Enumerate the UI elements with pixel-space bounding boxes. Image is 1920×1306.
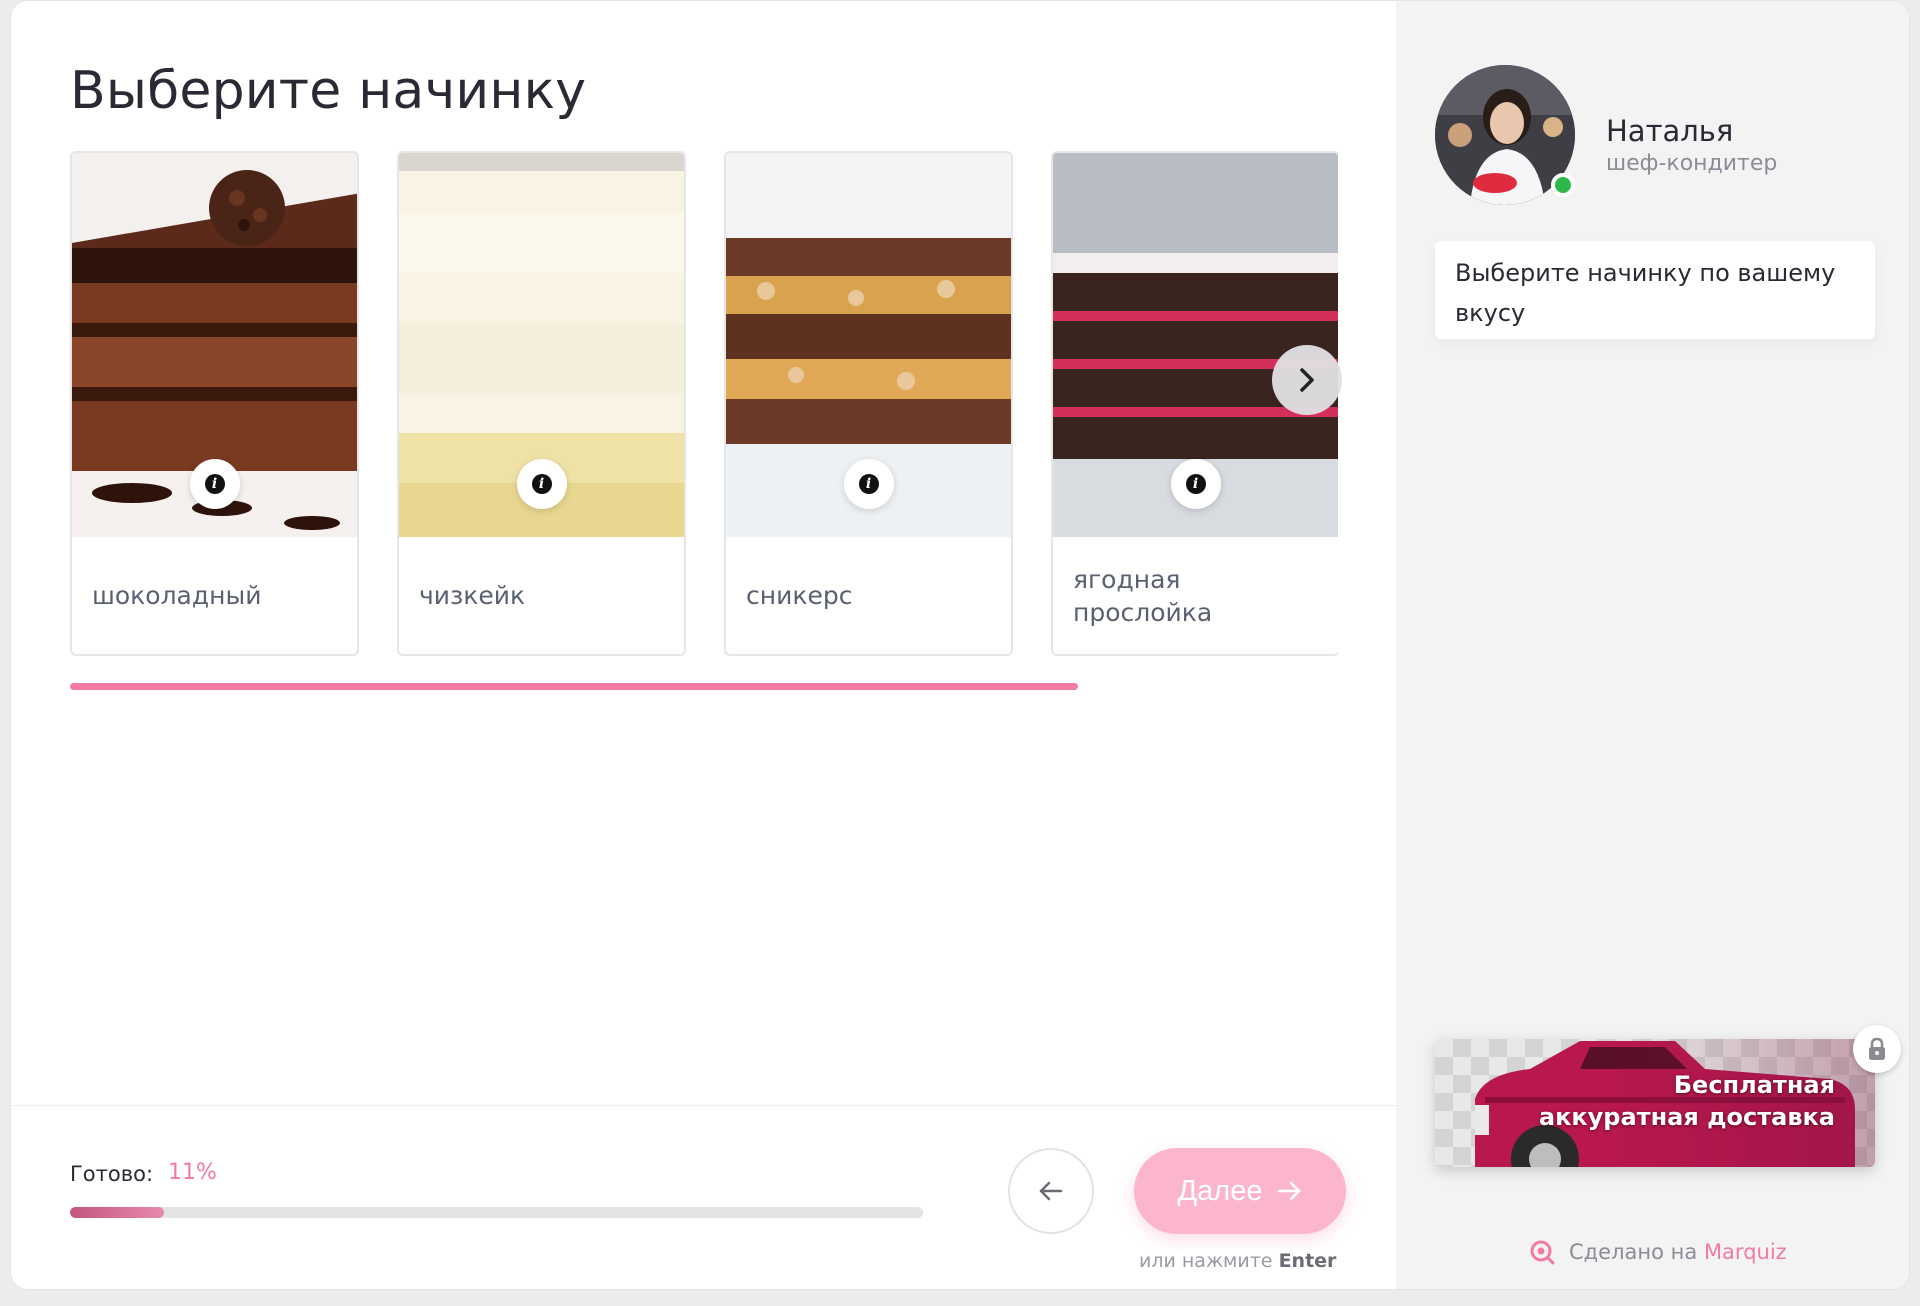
info-icon: i xyxy=(1185,474,1206,494)
consultant-message: Выберите начинку по вашему вкусу xyxy=(1435,241,1875,339)
arrow-right-icon xyxy=(1278,1181,1301,1201)
marquiz-logo-icon xyxy=(1530,1240,1555,1265)
lock-icon xyxy=(1853,1025,1901,1073)
made-with-brand: Marquiz xyxy=(1703,1240,1787,1264)
chevron-right-icon xyxy=(1300,368,1314,392)
progress-percent: 11% xyxy=(168,1160,217,1185)
info-icon: i xyxy=(531,474,552,494)
consultant-name: Наталья xyxy=(1606,114,1734,148)
option-info-button[interactable]: i xyxy=(1170,459,1221,509)
arrow-left-icon xyxy=(1039,1181,1063,1201)
option-info-button[interactable]: i xyxy=(843,459,894,509)
consultant-sidebar: Наталья шеф-кондитер Выберите начинку по… xyxy=(1396,1,1909,1289)
option-label: чизкейк xyxy=(419,581,526,610)
option-label: ягодная прослойка xyxy=(1073,564,1213,627)
next-button-label: Далее xyxy=(1177,1174,1263,1207)
option-card-cheesecake[interactable]: i чизкейк xyxy=(397,151,686,656)
option-label: шоколадный xyxy=(92,581,262,610)
made-with-link[interactable]: Сделано на Marquiz xyxy=(1529,1239,1787,1265)
next-button[interactable]: Далее xyxy=(1134,1148,1346,1234)
online-status-indicator xyxy=(1551,173,1575,197)
bonus-text-line1: Бесплатная xyxy=(1673,1071,1835,1099)
progress-label: Готово: xyxy=(70,1162,154,1186)
bonus-text: Бесплатная аккуратная доставка xyxy=(1539,1069,1835,1133)
progress-bar-fill xyxy=(70,1207,164,1218)
info-icon: i xyxy=(858,474,879,494)
slider-scrollbar[interactable] xyxy=(70,683,1078,690)
back-button[interactable] xyxy=(1008,1148,1094,1234)
bonus-text-line2: аккуратная доставка xyxy=(1538,1103,1835,1131)
option-card-snickers[interactable]: i сникерс xyxy=(724,151,1013,656)
quiz-footer: Готово: 11% Далее или нажмите Enter xyxy=(11,1105,1396,1289)
made-with-prefix: Сделано на xyxy=(1569,1240,1698,1264)
enter-hint-prefix: или нажмите xyxy=(1139,1250,1273,1272)
quiz-main: Выберите начинку i шоколадный i чизкейк … xyxy=(11,1,1396,1289)
option-label: сникерс xyxy=(746,581,853,610)
progress-bar xyxy=(70,1207,923,1218)
enter-hint: или нажмите Enter xyxy=(1139,1250,1336,1272)
option-card-chocolate[interactable]: i шоколадный xyxy=(70,151,359,656)
quiz-window: Выберите начинку i шоколадный i чизкейк … xyxy=(10,0,1910,1290)
option-info-button[interactable]: i xyxy=(516,459,567,509)
options-list: i шоколадный i чизкейк i сникерс i ягодн… xyxy=(70,151,1338,656)
info-icon: i xyxy=(204,474,225,494)
bonus-card: Бесплатная аккуратная доставка xyxy=(1435,1039,1875,1167)
enter-hint-key: Enter xyxy=(1278,1250,1337,1272)
question-title: Выберите начинку xyxy=(70,61,587,121)
consultant-role: шеф-кондитер xyxy=(1606,151,1778,176)
option-info-button[interactable]: i xyxy=(189,459,240,509)
options-slider: i шоколадный i чизкейк i сникерс i ягодн… xyxy=(70,151,1338,661)
slider-next-button[interactable] xyxy=(1272,345,1342,415)
